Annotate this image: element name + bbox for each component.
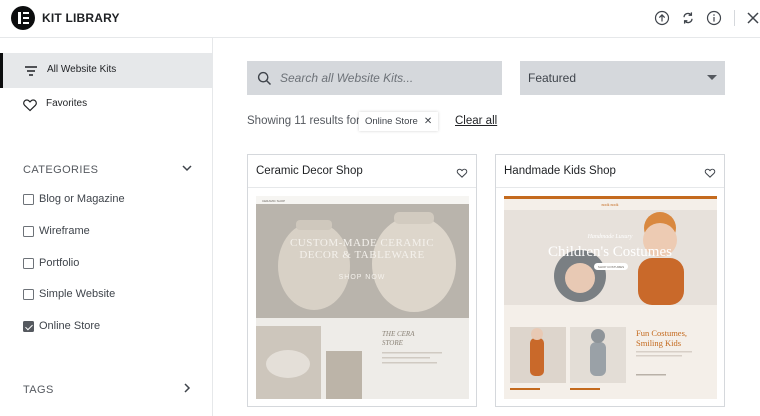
filter-chip: Online Store ✕ xyxy=(359,112,439,131)
app-header: KIT LIBRARY xyxy=(0,0,760,38)
search-icon xyxy=(257,71,272,86)
kit-preview-image: CERAMIC SHOP CUSTOM-MADE CERAMIC DECOR &… xyxy=(256,196,469,399)
tags-label: TAGS xyxy=(23,384,54,396)
heart-icon[interactable] xyxy=(704,166,716,184)
close-icon[interactable] xyxy=(744,9,760,27)
chevron-down-icon xyxy=(182,165,192,172)
sidebar-item-all-kits[interactable]: All Website Kits xyxy=(0,53,212,88)
category-label: Online Store xyxy=(39,320,101,332)
kit-card-ceramic[interactable]: Ceramic Decor Shop CERAMIC SHOP CUSTOM-M… xyxy=(247,154,477,407)
kit-preview-image: nook nook Handmade Luxury Children's Cos… xyxy=(504,196,717,399)
checkbox[interactable] xyxy=(23,258,34,269)
sidebar: All Website Kits Favorites CATEGORIES Bl… xyxy=(0,38,213,416)
clear-all-link[interactable]: Clear all xyxy=(455,115,497,127)
category-label: Portfolio xyxy=(39,257,80,269)
category-label: Wireframe xyxy=(39,225,90,237)
preview-promo-2: Smiling Kids xyxy=(636,338,681,348)
category-portfolio[interactable]: Portfolio xyxy=(23,255,193,273)
category-online-store[interactable]: Online Store xyxy=(23,318,193,336)
preview-brand: CERAMIC SHOP xyxy=(262,199,285,203)
categories-label: CATEGORIES xyxy=(23,164,99,176)
sync-icon[interactable] xyxy=(679,9,697,27)
kit-card-kids[interactable]: Handmade Kids Shop nook nook Handmade Lu… xyxy=(495,154,725,407)
sidebar-item-label: Favorites xyxy=(46,98,88,109)
preview-headline: Children's Costumes xyxy=(548,244,672,260)
tags-toggle[interactable]: TAGS xyxy=(23,380,193,396)
preview-cta: SHOP NOW xyxy=(339,274,386,281)
info-icon[interactable] xyxy=(705,9,723,27)
sidebar-item-label: All Website Kits xyxy=(47,64,117,75)
results-count: Showing 11 results for xyxy=(247,115,360,127)
checkbox[interactable] xyxy=(23,289,34,300)
preview-tagline: Handmade Luxury xyxy=(587,234,633,240)
search-input[interactable] xyxy=(280,61,495,95)
remove-filter-icon[interactable]: ✕ xyxy=(424,116,432,127)
category-label: Blog or Magazine xyxy=(39,193,125,205)
heart-icon xyxy=(22,97,38,113)
heart-icon[interactable] xyxy=(456,166,468,184)
category-blog-magazine[interactable]: Blog or Magazine xyxy=(23,191,193,209)
upload-icon[interactable] xyxy=(653,9,671,27)
app-title: KIT LIBRARY xyxy=(42,11,120,25)
sort-value: Featured xyxy=(528,71,577,85)
sidebar-item-favorites[interactable]: Favorites xyxy=(0,87,212,122)
preview-brand: nook nook xyxy=(602,202,619,207)
chevron-right-icon xyxy=(184,383,191,393)
elementor-logo-icon xyxy=(11,6,35,30)
preview-headline-1: CUSTOM-MADE CERAMIC xyxy=(290,237,434,249)
filter-lines-icon xyxy=(23,63,39,79)
checkbox[interactable] xyxy=(23,226,34,237)
sort-select[interactable]: Featured xyxy=(520,61,725,95)
preview-promo-1: Fun Costumes, xyxy=(636,328,687,338)
category-label: Simple Website xyxy=(39,288,116,300)
header-divider xyxy=(734,10,735,26)
checkbox[interactable] xyxy=(23,194,34,205)
filter-chip-label: Online Store xyxy=(365,116,418,127)
preview-section-1: THE CERA xyxy=(382,330,415,338)
caret-down-icon xyxy=(707,75,717,80)
category-simple-website[interactable]: Simple Website xyxy=(23,286,193,304)
categories-toggle[interactable]: CATEGORIES xyxy=(23,160,193,176)
preview-section-2: STORE xyxy=(382,339,404,347)
preview-cta: SHOP COSTUMES xyxy=(598,265,624,269)
category-wireframe[interactable]: Wireframe xyxy=(23,223,193,241)
checkbox-checked[interactable] xyxy=(23,321,34,332)
search-box xyxy=(247,61,502,95)
kit-title: Handmade Kids Shop xyxy=(504,165,616,177)
preview-headline-2: DECOR & TABLEWARE xyxy=(299,249,424,261)
kit-title: Ceramic Decor Shop xyxy=(256,165,363,177)
